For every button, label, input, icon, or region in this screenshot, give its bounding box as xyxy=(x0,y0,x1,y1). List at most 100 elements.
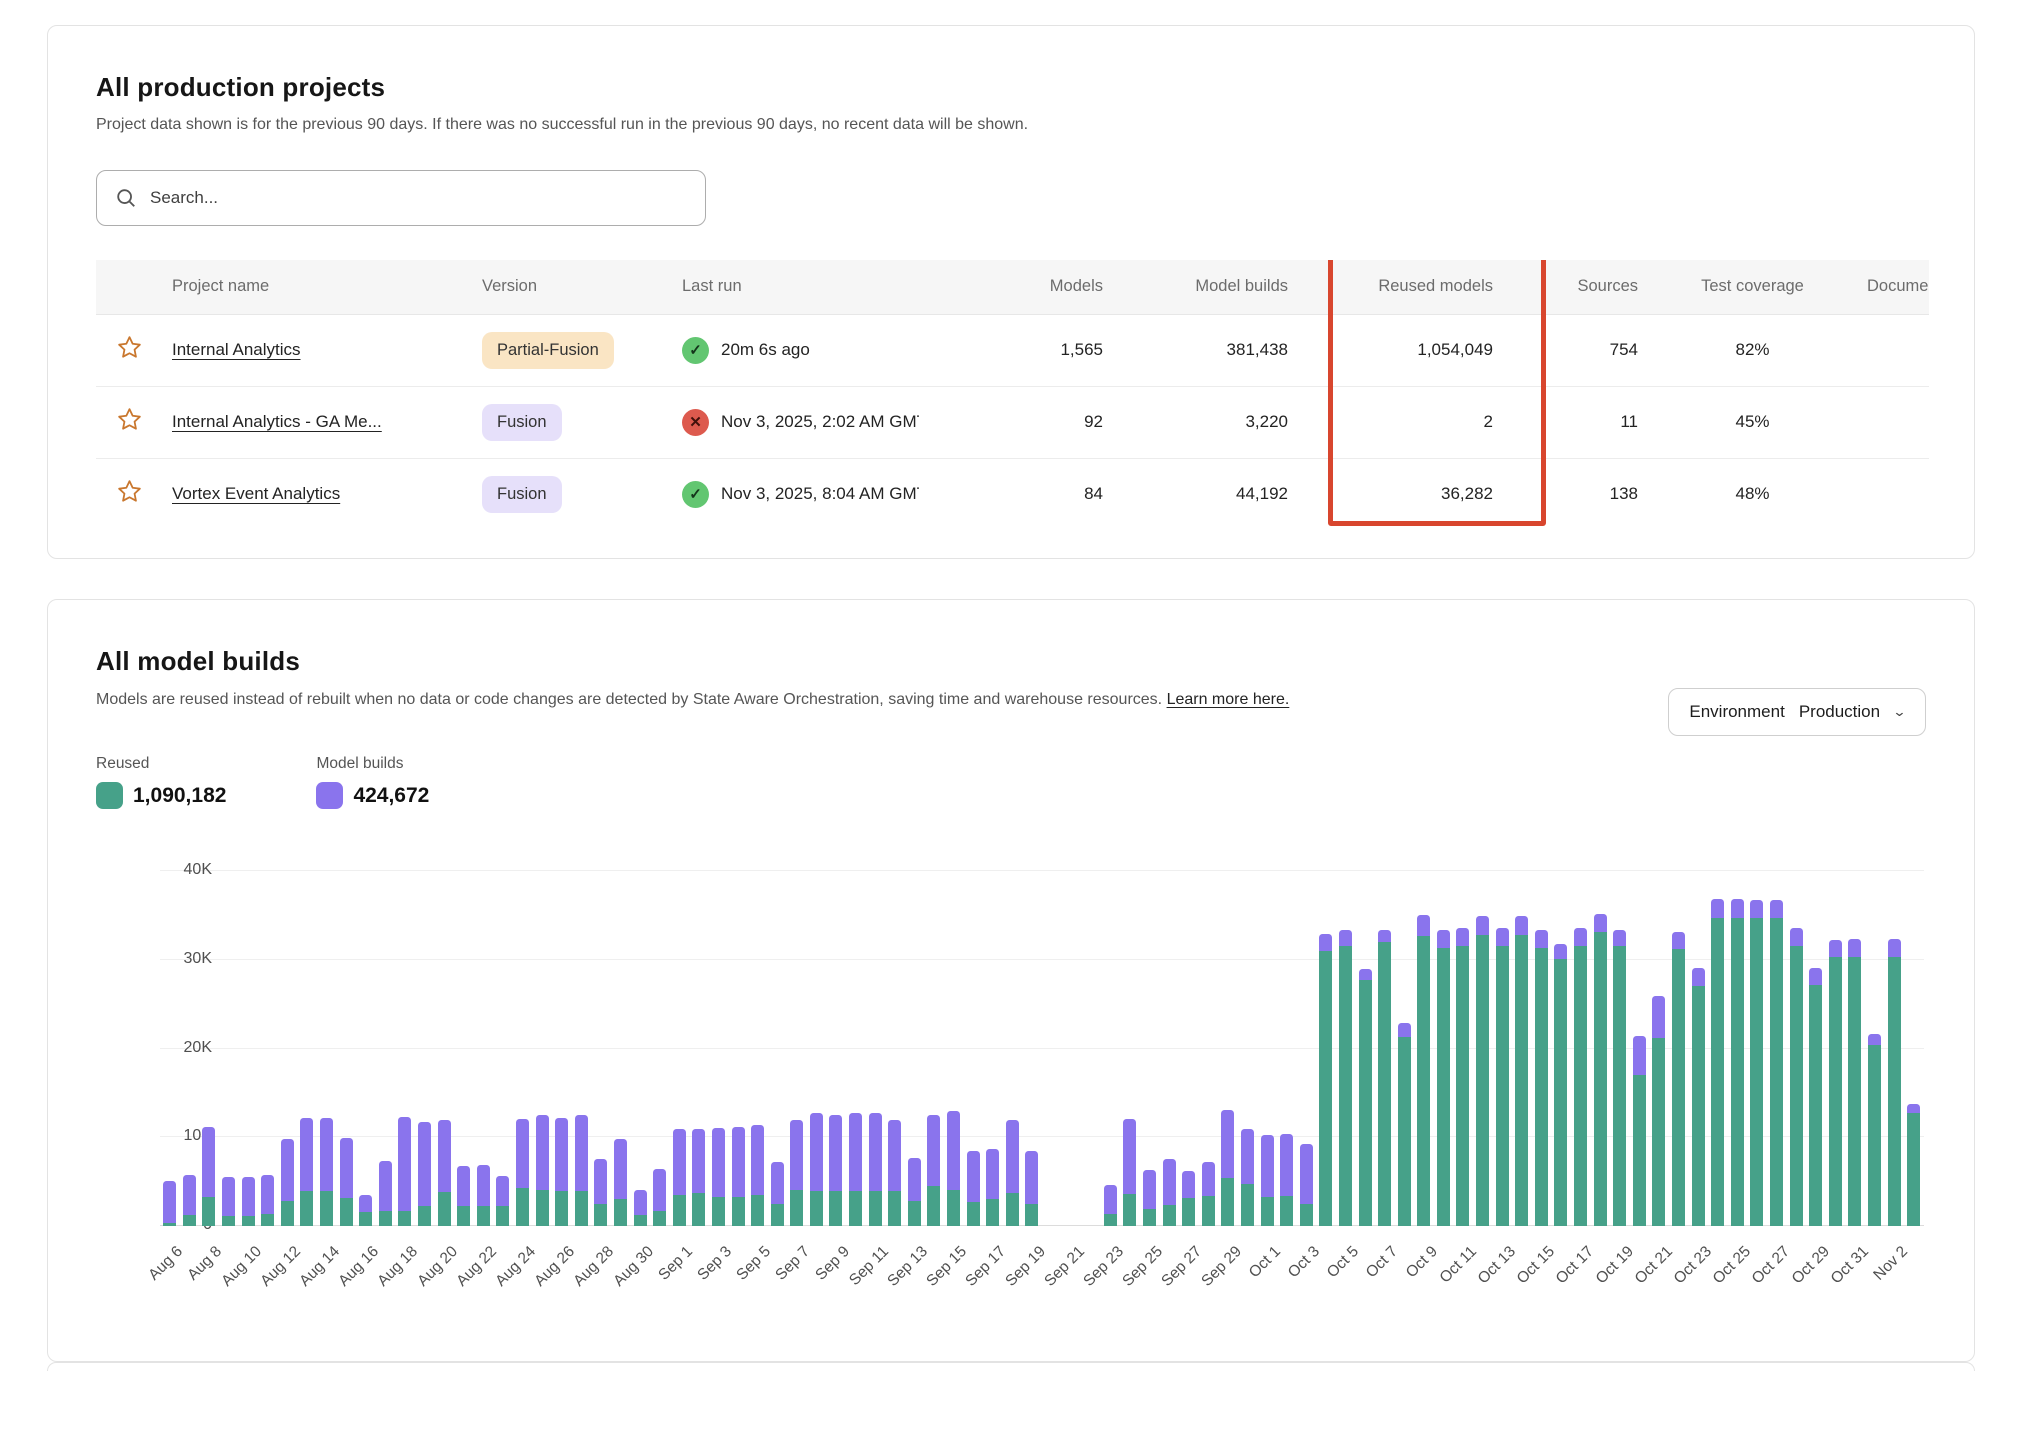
bar-oct-16[interactable] xyxy=(1551,871,1571,1226)
bar-oct-4[interactable] xyxy=(1316,871,1336,1226)
bar-sep-8[interactable] xyxy=(807,871,827,1226)
bar-aug-21[interactable] xyxy=(454,871,474,1226)
bar-oct-5[interactable] xyxy=(1336,871,1356,1226)
bar-sep-3[interactable] xyxy=(709,871,729,1226)
bar-aug-31[interactable] xyxy=(650,871,670,1226)
bar-oct-1[interactable] xyxy=(1257,871,1277,1226)
bar-sep-25[interactable] xyxy=(1140,871,1160,1226)
bar-aug-24[interactable] xyxy=(513,871,533,1226)
bar-oct-9[interactable] xyxy=(1414,871,1434,1226)
bar-sep-28[interactable] xyxy=(1198,871,1218,1226)
bar-oct-22[interactable] xyxy=(1669,871,1689,1226)
bar-sep-2[interactable] xyxy=(689,871,709,1226)
bar-aug-28[interactable] xyxy=(591,871,611,1226)
bar-aug-18[interactable] xyxy=(395,871,415,1226)
project-name-link[interactable]: Vortex Event Analytics xyxy=(172,484,340,503)
bar-oct-26[interactable] xyxy=(1747,871,1767,1226)
bar-oct-19[interactable] xyxy=(1610,871,1630,1226)
bar-aug-26[interactable] xyxy=(552,871,572,1226)
bar-aug-29[interactable] xyxy=(611,871,631,1226)
bar-oct-21[interactable] xyxy=(1649,871,1669,1226)
bar-oct-20[interactable] xyxy=(1630,871,1650,1226)
bar-oct-25[interactable] xyxy=(1728,871,1748,1226)
bar-sep-11[interactable] xyxy=(865,871,885,1226)
bar-sep-7[interactable] xyxy=(787,871,807,1226)
bar-aug-11[interactable] xyxy=(258,871,278,1226)
bar-oct-8[interactable] xyxy=(1394,871,1414,1226)
bar-aug-25[interactable] xyxy=(532,871,552,1226)
bar-oct-28[interactable] xyxy=(1786,871,1806,1226)
bar-aug-20[interactable] xyxy=(434,871,454,1226)
bar-aug-12[interactable] xyxy=(278,871,298,1226)
bar-sep-9[interactable] xyxy=(826,871,846,1226)
bar-aug-22[interactable] xyxy=(474,871,494,1226)
bar-oct-10[interactable] xyxy=(1434,871,1454,1226)
bar-aug-9[interactable] xyxy=(219,871,239,1226)
bar-sep-30[interactable] xyxy=(1238,871,1258,1226)
bar-sep-6[interactable] xyxy=(767,871,787,1226)
bar-aug-13[interactable] xyxy=(297,871,317,1226)
project-name-link[interactable]: Internal Analytics - GA Me... xyxy=(172,412,382,431)
bar-sep-20[interactable] xyxy=(1042,871,1062,1226)
favorite-star-icon[interactable] xyxy=(116,478,143,505)
bar-sep-24[interactable] xyxy=(1120,871,1140,1226)
bar-oct-15[interactable] xyxy=(1532,871,1552,1226)
search-input[interactable] xyxy=(150,188,687,208)
bar-sep-4[interactable] xyxy=(728,871,748,1226)
bar-oct-11[interactable] xyxy=(1453,871,1473,1226)
bar-oct-27[interactable] xyxy=(1767,871,1787,1226)
bar-oct-14[interactable] xyxy=(1512,871,1532,1226)
bar-oct-7[interactable] xyxy=(1375,871,1395,1226)
bar-aug-7[interactable] xyxy=(180,871,200,1226)
bar-oct-30[interactable] xyxy=(1825,871,1845,1226)
bar-sep-23[interactable] xyxy=(1101,871,1121,1226)
bar-aug-30[interactable] xyxy=(630,871,650,1226)
bar-aug-6[interactable] xyxy=(160,871,180,1226)
bar-oct-6[interactable] xyxy=(1355,871,1375,1226)
bar-sep-19[interactable] xyxy=(1022,871,1042,1226)
bar-oct-13[interactable] xyxy=(1492,871,1512,1226)
bar-aug-15[interactable] xyxy=(336,871,356,1226)
bar-aug-16[interactable] xyxy=(356,871,376,1226)
bar-oct-3[interactable] xyxy=(1296,871,1316,1226)
bar-sep-29[interactable] xyxy=(1218,871,1238,1226)
environment-select[interactable]: Environment Production ⌄ xyxy=(1668,688,1926,736)
bar-aug-14[interactable] xyxy=(317,871,337,1226)
bar-oct-18[interactable] xyxy=(1590,871,1610,1226)
bar-aug-17[interactable] xyxy=(376,871,396,1226)
bar-oct-29[interactable] xyxy=(1806,871,1826,1226)
favorite-star-icon[interactable] xyxy=(116,334,143,361)
bar-sep-27[interactable] xyxy=(1179,871,1199,1226)
bar-oct-17[interactable] xyxy=(1571,871,1591,1226)
bar-aug-27[interactable] xyxy=(571,871,591,1226)
bar-oct-12[interactable] xyxy=(1473,871,1493,1226)
bar-nov-3[interactable] xyxy=(1904,871,1924,1226)
bar-sep-12[interactable] xyxy=(885,871,905,1226)
bar-oct-23[interactable] xyxy=(1688,871,1708,1226)
project-search-box[interactable] xyxy=(96,170,706,226)
favorite-star-icon[interactable] xyxy=(116,406,143,433)
bar-sep-10[interactable] xyxy=(846,871,866,1226)
bar-oct-24[interactable] xyxy=(1708,871,1728,1226)
bar-oct-2[interactable] xyxy=(1277,871,1297,1226)
bar-sep-18[interactable] xyxy=(1003,871,1023,1226)
bar-aug-10[interactable] xyxy=(238,871,258,1226)
project-name-link[interactable]: Internal Analytics xyxy=(172,340,301,359)
bar-oct-31[interactable] xyxy=(1845,871,1865,1226)
bar-aug-8[interactable] xyxy=(199,871,219,1226)
bar-sep-14[interactable] xyxy=(924,871,944,1226)
bar-nov-1[interactable] xyxy=(1865,871,1885,1226)
bar-aug-23[interactable] xyxy=(493,871,513,1226)
bar-sep-26[interactable] xyxy=(1159,871,1179,1226)
bar-sep-21[interactable] xyxy=(1061,871,1081,1226)
bar-nov-2[interactable] xyxy=(1884,871,1904,1226)
bar-sep-15[interactable] xyxy=(944,871,964,1226)
learn-more-link[interactable]: Learn more here. xyxy=(1167,691,1290,708)
bar-sep-1[interactable] xyxy=(669,871,689,1226)
bar-sep-16[interactable] xyxy=(963,871,983,1226)
bar-sep-5[interactable] xyxy=(748,871,768,1226)
bar-sep-22[interactable] xyxy=(1081,871,1101,1226)
bar-sep-13[interactable] xyxy=(905,871,925,1226)
bar-aug-19[interactable] xyxy=(415,871,435,1226)
bar-sep-17[interactable] xyxy=(983,871,1003,1226)
